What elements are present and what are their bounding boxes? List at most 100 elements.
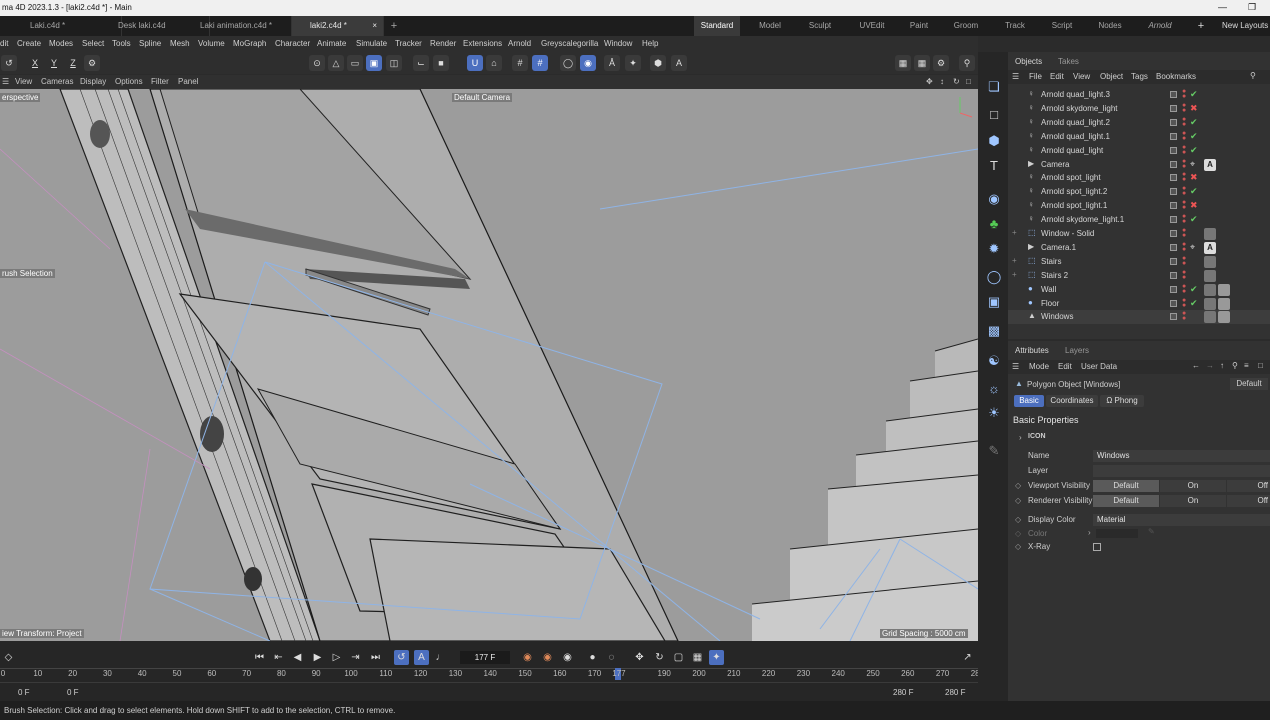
- menu-create[interactable]: Create: [17, 39, 41, 48]
- objects-menu-edit[interactable]: Edit: [1050, 72, 1064, 81]
- object-row[interactable]: ● Floor ● ● ✔: [1008, 297, 1270, 311]
- layout-tab-paint[interactable]: Paint: [900, 16, 938, 36]
- layer-field[interactable]: [1093, 465, 1270, 477]
- visibility-dots-icon[interactable]: ● ●: [1182, 269, 1186, 281]
- object-name[interactable]: Camera: [1041, 160, 1069, 169]
- object-row[interactable]: + ⬚ Stairs ● ●: [1008, 255, 1270, 269]
- renderer-visibility-default[interactable]: Default: [1093, 495, 1159, 507]
- object-name[interactable]: Windows: [1041, 312, 1073, 321]
- renderer-visibility-on[interactable]: On: [1160, 495, 1226, 507]
- xray-checkbox[interactable]: [1093, 543, 1101, 551]
- visibility-dots-icon[interactable]: ● ●: [1182, 158, 1186, 170]
- axis-mode-icon[interactable]: ⌙: [413, 55, 429, 71]
- camera-label[interactable]: Default Camera: [452, 93, 513, 102]
- material-tag-icon[interactable]: [1204, 283, 1216, 296]
- object-name[interactable]: Arnold quad_light.3: [1041, 90, 1110, 99]
- object-name[interactable]: Floor: [1041, 299, 1059, 308]
- preview-end-frame[interactable]: 280 F: [893, 688, 913, 697]
- projection-label[interactable]: erspective: [0, 93, 41, 102]
- render-settings-icon[interactable]: ⚙: [933, 55, 949, 71]
- pen-icon[interactable]: ✎: [985, 442, 1003, 460]
- objects-menu-file[interactable]: File: [1029, 72, 1042, 81]
- object-row[interactable]: ♀ Arnold quad_light.3 ● ● ✔: [1008, 88, 1270, 102]
- attributes-menu-userdata[interactable]: User Data: [1081, 362, 1117, 371]
- axis-y-button[interactable]: Y: [46, 55, 62, 71]
- layer-checkbox[interactable]: [1170, 216, 1177, 224]
- objects-menu-view[interactable]: View: [1073, 72, 1090, 81]
- light-object-icon[interactable]: ☼: [985, 380, 1003, 398]
- move-view-icon[interactable]: ✥: [926, 77, 933, 86]
- keyframe-settings-icon[interactable]: ◌: [604, 650, 619, 665]
- menu-window[interactable]: Window: [604, 39, 632, 48]
- sun-icon[interactable]: ☀: [985, 404, 1003, 422]
- up-arrow-icon[interactable]: ↑: [1220, 361, 1224, 370]
- expand-icon[interactable]: +: [1012, 270, 1017, 279]
- target-icon[interactable]: ⌖: [1190, 242, 1195, 253]
- uv-mode-icon[interactable]: ◫: [386, 55, 402, 71]
- forward-arrow-icon[interactable]: →: [1206, 361, 1214, 370]
- rotation-key-icon[interactable]: ↻: [652, 650, 667, 665]
- object-row[interactable]: ♀ Arnold skydome_light ● ● ✖: [1008, 102, 1270, 116]
- object-row[interactable]: + ⬚ Window - Solid ● ●: [1008, 227, 1270, 241]
- tab-basic[interactable]: Basic: [1014, 395, 1044, 407]
- symmetry-icon[interactable]: Å: [604, 55, 620, 71]
- object-row[interactable]: ♀ Arnold quad_light.2 ● ● ✔: [1008, 116, 1270, 130]
- layer-checkbox[interactable]: [1170, 132, 1177, 140]
- object-name[interactable]: Wall: [1041, 285, 1056, 294]
- layer-checkbox[interactable]: [1170, 202, 1177, 210]
- object-name[interactable]: Arnold spot_light: [1041, 173, 1101, 182]
- arnold-tag-icon[interactable]: A: [1204, 158, 1216, 171]
- object-name[interactable]: Arnold spot_light.2: [1041, 187, 1107, 196]
- field-icon[interactable]: ◯: [985, 268, 1003, 286]
- menu-edit[interactable]: dit: [0, 39, 8, 48]
- sound-icon[interactable]: ♩: [433, 650, 448, 665]
- visibility-dots-icon[interactable]: ● ●: [1182, 255, 1186, 267]
- object-row[interactable]: ♀ Arnold spot_light.1 ● ● ✖: [1008, 199, 1270, 213]
- layer-checkbox[interactable]: [1170, 160, 1177, 168]
- object-name[interactable]: Arnold quad_light: [1041, 146, 1103, 155]
- group-icon-label[interactable]: ICON: [1028, 433, 1046, 440]
- expand-icon[interactable]: +: [1012, 256, 1017, 265]
- add-layout-button[interactable]: +: [1194, 16, 1208, 36]
- menu-render[interactable]: Render: [430, 39, 456, 48]
- object-name[interactable]: Window - Solid: [1041, 229, 1094, 238]
- autokey-icon[interactable]: ◉: [540, 650, 555, 665]
- object-name[interactable]: Arnold skydome_light.1: [1041, 215, 1124, 224]
- pla-key-icon[interactable]: ✦: [709, 650, 724, 665]
- axis-z-button[interactable]: Z: [65, 55, 81, 71]
- polygons-mode-icon[interactable]: ▭: [347, 55, 363, 71]
- material-tag-icon[interactable]: [1218, 283, 1230, 296]
- search-icon[interactable]: ⚲: [1250, 71, 1256, 80]
- layout-tab-groom[interactable]: Groom: [946, 16, 986, 36]
- menu-simulate[interactable]: Simulate: [356, 39, 387, 48]
- object-name[interactable]: Arnold quad_light.2: [1041, 118, 1110, 127]
- text-icon[interactable]: T: [985, 157, 1003, 175]
- layer-checkbox[interactable]: [1170, 118, 1177, 126]
- menu-character[interactable]: Character: [275, 39, 310, 48]
- next-frame-icon[interactable]: ▷: [329, 650, 344, 665]
- disabled-cross-icon[interactable]: ✖: [1190, 200, 1198, 211]
- end-frame[interactable]: 280 F: [945, 688, 965, 697]
- menu-help[interactable]: Help: [642, 39, 658, 48]
- layout-tab-standard[interactable]: Standard: [694, 16, 740, 36]
- layout-tab-script[interactable]: Script: [1042, 16, 1082, 36]
- visibility-dots-icon[interactable]: ● ●: [1182, 185, 1186, 197]
- viewport-menu-display[interactable]: Display: [80, 77, 106, 86]
- search-icon[interactable]: ⚲: [959, 55, 975, 71]
- undo-icon[interactable]: ↺: [1, 55, 17, 71]
- layout-tab-arnold[interactable]: Arnold: [1140, 16, 1180, 36]
- search-icon[interactable]: ⚲: [1232, 361, 1238, 370]
- object-name[interactable]: Camera.1: [1041, 243, 1076, 252]
- prev-frame-icon[interactable]: ◀: [290, 650, 305, 665]
- layer-checkbox[interactable]: [1170, 188, 1177, 196]
- chevron-right-icon[interactable]: ›: [1019, 433, 1022, 442]
- keyframe-icon[interactable]: ◇: [1, 650, 16, 665]
- viewport-scene[interactable]: [0, 89, 978, 641]
- material-tag-icon[interactable]: [1204, 228, 1216, 240]
- objects-menu-tags[interactable]: Tags: [1131, 72, 1148, 81]
- material-tag-icon[interactable]: [1204, 269, 1216, 282]
- layout-tab-nodes[interactable]: Nodes: [1090, 16, 1130, 36]
- visibility-dots-icon[interactable]: ● ●: [1182, 130, 1186, 142]
- tab-takes[interactable]: Takes: [1058, 57, 1079, 66]
- object-row[interactable]: ♀ Arnold spot_light ● ● ✖: [1008, 171, 1270, 185]
